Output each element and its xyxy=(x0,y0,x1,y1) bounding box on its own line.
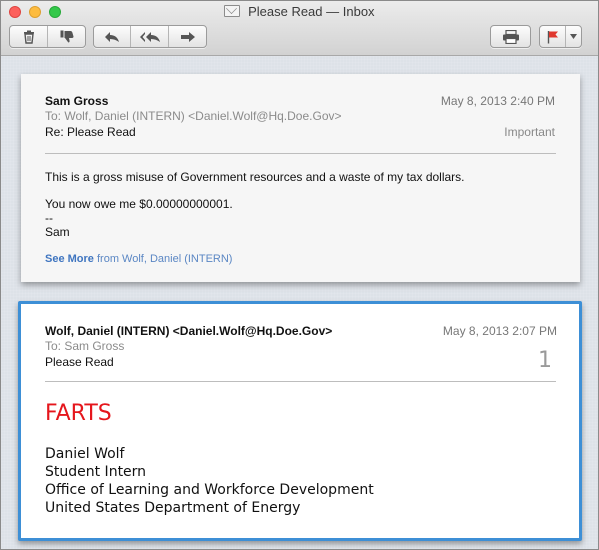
body-line: This is a gross misuse of Government res… xyxy=(45,170,465,184)
chevron-down-icon xyxy=(570,34,577,39)
body-line: You now owe me $0.00000000001. xyxy=(45,197,233,211)
print-button[interactable] xyxy=(491,26,530,47)
window-title-text: Please Read — Inbox xyxy=(248,4,375,19)
forward-button[interactable] xyxy=(169,26,206,47)
signature-separator: -- xyxy=(45,211,53,225)
recipient-line: To: Wolf, Daniel (INTERN) <Daniel.Wolf@H… xyxy=(45,109,342,123)
flag-button[interactable] xyxy=(540,26,566,47)
trash-icon xyxy=(23,30,34,44)
title-bar: Please Read — Inbox xyxy=(1,1,598,56)
delete-junk-group xyxy=(9,25,86,48)
envelope-icon xyxy=(224,5,241,17)
flag-group xyxy=(539,25,582,48)
print-group xyxy=(490,25,531,48)
see-more-link[interactable]: See More from Wolf, Daniel (INTERN) xyxy=(45,253,232,265)
message-reply[interactable]: Sam Gross May 8, 2013 2:40 PM To: Wolf, … xyxy=(21,74,580,282)
reply-group xyxy=(93,25,207,48)
body-headline: FARTS xyxy=(45,401,112,426)
delete-button[interactable] xyxy=(10,26,48,47)
header-divider xyxy=(45,381,556,382)
message-date: May 8, 2013 2:07 PM xyxy=(442,324,557,338)
forward-icon xyxy=(180,31,195,42)
flag-icon xyxy=(547,30,558,43)
flag-menu-button[interactable] xyxy=(566,26,581,47)
signature-line: Daniel Wolf xyxy=(45,446,125,462)
sender-name: Wolf, Daniel (INTERN) <Daniel.Wolf@Hq.Do… xyxy=(45,324,333,338)
reply-button[interactable] xyxy=(94,26,131,47)
window-title: Please Read — Inbox xyxy=(1,4,598,19)
signature-line: Office of Learning and Workforce Develop… xyxy=(45,482,374,498)
message-count: 1 xyxy=(538,348,552,373)
important-label: Important xyxy=(504,125,555,139)
reply-all-icon xyxy=(139,31,160,42)
signature-line: United States Department of Energy xyxy=(45,500,301,516)
message-subject: Re: Please Read xyxy=(45,125,136,139)
signature-name: Sam xyxy=(45,225,70,239)
sender-name: Sam Gross xyxy=(45,94,109,108)
recipient-line: To: Sam Gross xyxy=(45,339,125,353)
see-more-label: See More xyxy=(45,253,94,265)
message-viewer[interactable]: Sam Gross May 8, 2013 2:40 PM To: Wolf, … xyxy=(1,56,598,549)
message-date: May 8, 2013 2:40 PM xyxy=(440,94,555,108)
signature-line: Student Intern xyxy=(45,464,147,480)
thumbs-down-icon xyxy=(60,30,73,43)
junk-button[interactable] xyxy=(48,26,85,47)
header-divider xyxy=(45,153,556,154)
printer-icon xyxy=(502,29,519,44)
reply-icon xyxy=(105,31,119,42)
message-subject: Please Read xyxy=(45,355,114,369)
see-more-suffix: from Wolf, Daniel (INTERN) xyxy=(96,253,233,265)
reply-all-button[interactable] xyxy=(131,26,169,47)
mail-window: Please Read — Inbox Sam Gross May 8, 201… xyxy=(0,0,599,550)
message-original[interactable]: Wolf, Daniel (INTERN) <Daniel.Wolf@Hq.Do… xyxy=(18,301,582,541)
